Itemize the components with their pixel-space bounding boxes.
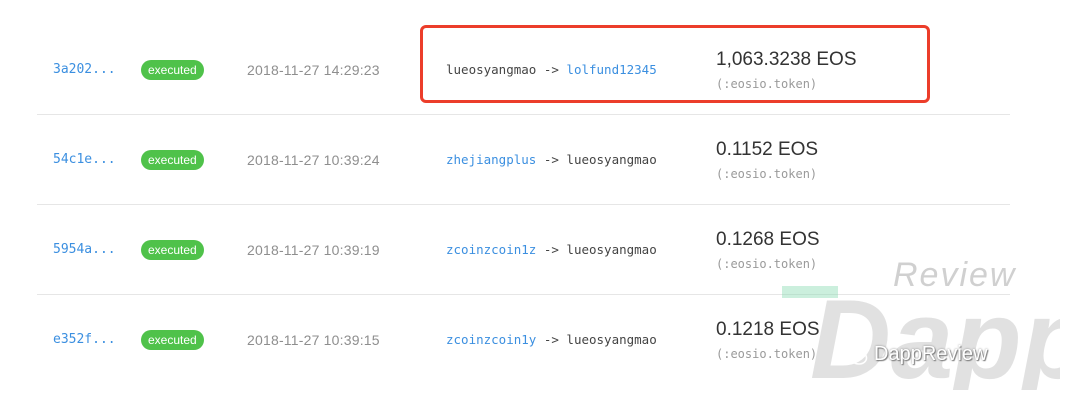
transfer-arrow: -> [536,152,567,167]
table-row: 3a202... executed 2018-11-27 14:29:23 lu… [37,25,1010,115]
tx-hash-link[interactable]: e352f... [53,295,116,384]
status-cell: executed [141,205,204,294]
timestamp: 2018-11-27 10:39:24 [247,151,380,168]
table-row: 5954a... executed 2018-11-27 10:39:19 zc… [37,205,1010,295]
transfer-arrow: -> [536,242,567,257]
status-cell: executed [141,295,204,384]
transfer-parties: lueosyangmao -> lolfund12345 [446,25,657,114]
status-badge: executed [141,329,204,350]
to-account: lueosyangmao [566,152,657,167]
tx-hash-link[interactable]: 5954a... [53,205,116,294]
transfer-parties: zcoinzcoin1z -> lueosyangmao [446,205,657,294]
token-contract: (:eosio.token) [716,346,818,361]
amount-cell: 0.1268 EOS (:eosio.token) [716,205,820,294]
transactions-table: 3a202... executed 2018-11-27 14:29:23 lu… [37,25,1010,384]
token-contract: (:eosio.token) [716,256,818,271]
status-badge: executed [141,149,204,170]
token-contract: (:eosio.token) [716,76,818,91]
table-row: e352f... executed 2018-11-27 10:39:15 zc… [37,295,1010,384]
transfer-parties: zhejiangplus -> lueosyangmao [446,115,657,204]
amount-value: 1,063.3238 EOS [716,48,857,70]
to-account: lueosyangmao [566,242,657,257]
amount-cell: 1,063.3238 EOS (:eosio.token) [716,25,857,114]
status-badge: executed [141,59,204,80]
transfer-parties: zcoinzcoin1y -> lueosyangmao [446,295,657,384]
timestamp: 2018-11-27 10:39:19 [247,241,380,258]
from-account-link[interactable]: zcoinzcoin1z [446,242,536,257]
from-account-link[interactable]: zhejiangplus [446,152,536,167]
amount-cell: 0.1218 EOS (:eosio.token) [716,295,820,384]
token-contract: (:eosio.token) [716,166,818,181]
amount-value: 0.1268 EOS [716,228,820,250]
wechat-watermark: DappReview [842,343,987,366]
timestamp: 2018-11-27 10:39:15 [247,331,380,348]
amount-value: 0.1218 EOS [716,318,820,340]
transfer-arrow: -> [536,332,567,347]
wechat-icon [842,344,868,365]
from-account-link[interactable]: zcoinzcoin1y [446,332,536,347]
watermark-review-text: Review [893,256,1017,294]
from-account: lueosyangmao [446,62,537,77]
transfer-arrow: -> [536,62,567,77]
tx-hash-link[interactable]: 54c1e... [53,115,116,204]
timestamp: 2018-11-27 14:29:23 [247,61,380,78]
status-badge: executed [141,239,204,260]
tx-hash-link[interactable]: 3a202... [53,25,116,114]
status-cell: executed [141,25,204,114]
table-row: 54c1e... executed 2018-11-27 10:39:24 zh… [37,115,1010,205]
to-account: lueosyangmao [566,332,657,347]
status-cell: executed [141,115,204,204]
watermark-brand: DappReview [874,343,988,365]
amount-cell: 0.1152 EOS (:eosio.token) [716,115,818,204]
to-account-link[interactable]: lolfund12345 [566,62,656,77]
amount-value: 0.1152 EOS [716,138,819,160]
